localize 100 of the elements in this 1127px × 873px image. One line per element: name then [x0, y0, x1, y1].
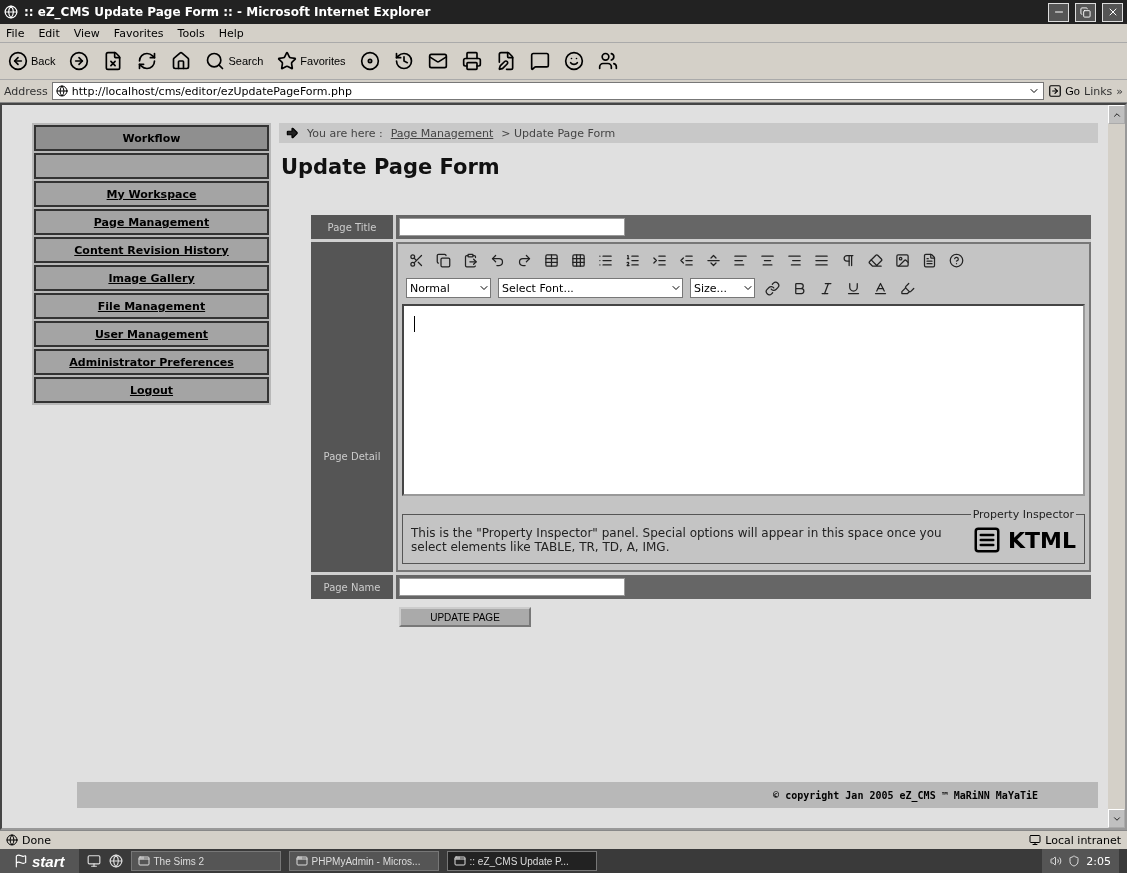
- address-field[interactable]: http://localhost/cms/editor/ezUpdatePageForm.php: [51, 82, 1045, 100]
- table-icon: [543, 252, 559, 268]
- panel-legend: Property Inspector: [970, 508, 1076, 521]
- clock: 2:05: [1086, 854, 1111, 868]
- sidebar-item[interactable]: My Workspace: [34, 181, 269, 207]
- justify-icon: [813, 252, 829, 268]
- outdent-icon: [678, 252, 694, 268]
- star-icon: [277, 51, 298, 71]
- pilcrow-icon: [840, 252, 856, 268]
- undo-icon: [489, 252, 505, 268]
- links-label[interactable]: Links: [1084, 84, 1113, 98]
- copyright-text: © copyright Jan 2005 eZ_CMS ™ MaRiNN MaYaTiE: [773, 789, 1038, 801]
- desktop-icon: [86, 854, 101, 868]
- copy-icon: [435, 252, 451, 268]
- more-chevron[interactable]: »: [1116, 84, 1123, 98]
- go-button[interactable]: Go: [1048, 84, 1080, 98]
- menu-item[interactable]: Edit: [38, 26, 60, 40]
- restore-icon: [1080, 6, 1091, 18]
- close-button[interactable]: [1102, 2, 1123, 22]
- toolbar-button[interactable]: Favorites: [275, 49, 348, 73]
- dropdown-field[interactable]: Size...: [690, 278, 755, 298]
- messenger-icon: [563, 51, 584, 71]
- people-icon: [597, 51, 618, 71]
- scroll-up-button[interactable]: [1108, 105, 1125, 124]
- numbered-list-icon: [624, 252, 640, 268]
- taskbar-button[interactable]: :: eZ_CMS Update P...: [446, 851, 597, 871]
- vertical-scrollbar[interactable]: [1108, 105, 1125, 828]
- history-icon: [393, 51, 414, 71]
- window-icon: [137, 855, 150, 867]
- window-icon: [295, 855, 308, 867]
- paste-icon: [462, 252, 478, 268]
- windows-flag-icon: [14, 854, 28, 868]
- underline-icon: [845, 280, 861, 296]
- search-icon: [205, 51, 226, 71]
- align-left-icon: [732, 252, 748, 268]
- restore-button[interactable]: [1075, 2, 1096, 22]
- window-icon: [453, 855, 466, 867]
- breadcrumb-label: You are here :: [307, 126, 383, 140]
- dropdown-field[interactable]: Select Font...: [498, 278, 683, 298]
- redo-icon: [516, 252, 532, 268]
- align-right-icon: [786, 252, 802, 268]
- shield-icon: [1068, 855, 1081, 867]
- link-icon: [764, 280, 780, 296]
- image-icon: [894, 252, 910, 268]
- menu-item[interactable]: Help: [218, 26, 244, 40]
- breadcrumb-current: > Update Page Form: [501, 126, 616, 140]
- editor-text-area[interactable]: [402, 304, 1085, 496]
- home-icon: [171, 51, 192, 71]
- sidebar-item[interactable]: Page Management: [34, 209, 269, 235]
- field-label: Page Title: [311, 215, 393, 239]
- mail-icon: [427, 51, 448, 71]
- printer-icon: [461, 51, 482, 71]
- refresh-icon: [137, 51, 158, 71]
- align-center-icon: [759, 252, 775, 268]
- arrow-icon: [285, 126, 299, 140]
- status-text: Done: [22, 833, 51, 847]
- window-title: :: eZ_CMS Update Page Form :: - Microsoft Internet Explorer: [24, 5, 432, 19]
- menu-item[interactable]: Tools: [177, 26, 205, 40]
- address-label: Address: [4, 84, 48, 98]
- scroll-down-button[interactable]: [1108, 809, 1125, 828]
- intranet-icon: [1029, 834, 1042, 846]
- breadcrumb-link[interactable]: Page Management: [390, 126, 494, 140]
- grid-icon: [570, 252, 586, 268]
- update-page-button[interactable]: UPDATE PAGE: [399, 607, 531, 627]
- dropdown-field[interactable]: Normal: [406, 278, 491, 298]
- browser-icon: [4, 5, 18, 19]
- bullet-list-icon: [597, 252, 613, 268]
- eraser-icon: [867, 252, 883, 268]
- highlighter-icon: [899, 280, 915, 296]
- field-label: Page Name: [311, 575, 393, 599]
- page-icon: [55, 85, 68, 97]
- toolbar-button[interactable]: Search: [203, 49, 266, 73]
- sidebar-item[interactable]: File Management: [34, 293, 269, 319]
- taskbar-button[interactable]: PHPMyAdmin - Micros...: [288, 851, 439, 871]
- start-button[interactable]: start: [0, 849, 79, 873]
- taskbar-button[interactable]: The Sims 2: [130, 851, 281, 871]
- sidebar-item[interactable]: Administrator Preferences: [34, 349, 269, 375]
- speaker-icon: [1050, 855, 1063, 867]
- menu-item[interactable]: File: [6, 26, 25, 40]
- italic-icon: [818, 280, 834, 296]
- inspector-message: This is the "Property Inspector" panel. Special options will appear in this space once you select elements like TABLE, TR, TD, A, IMG.: [411, 526, 943, 554]
- zone-text: Local intranet: [1045, 833, 1121, 847]
- field-label: Page Detail: [311, 242, 393, 572]
- page-heading: Update Page Form: [281, 155, 501, 179]
- sidebar-item[interactable]: Logout: [34, 377, 269, 403]
- document-icon: [921, 252, 937, 268]
- sidebar-header[interactable]: Workflow: [34, 125, 269, 151]
- title-input-field[interactable]: [399, 218, 625, 236]
- logo-icon: [972, 525, 1003, 555]
- scissors-icon: [408, 252, 424, 268]
- sidebar-item[interactable]: Image Gallery: [34, 265, 269, 291]
- toolbar-button[interactable]: Back: [6, 49, 58, 73]
- minimize-button[interactable]: [1048, 2, 1069, 22]
- editor-tool-button[interactable]: [762, 278, 782, 298]
- name-input-field[interactable]: [399, 578, 625, 596]
- help-icon: [948, 252, 964, 268]
- sidebar-item[interactable]: User Management: [34, 321, 269, 347]
- menu-item[interactable]: Favorites: [113, 26, 164, 40]
- sidebar-item[interactable]: Content Revision History: [34, 237, 269, 263]
- menu-item[interactable]: View: [73, 26, 100, 40]
